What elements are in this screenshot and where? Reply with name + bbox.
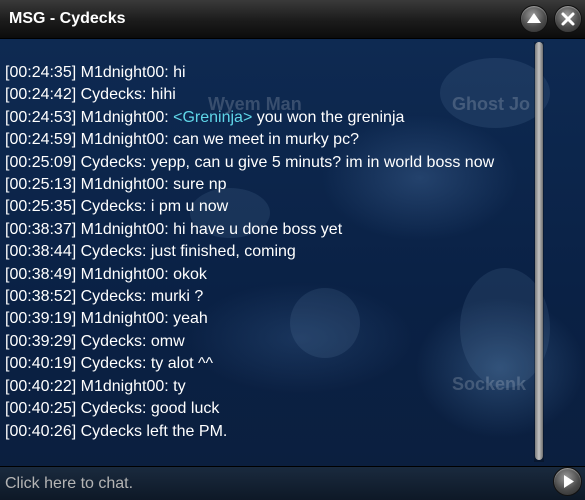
chat-message: [00:24:42] Cydecks: hihi (5, 86, 176, 104)
scroll-up-button[interactable] (520, 5, 548, 33)
close-x-icon (561, 12, 575, 26)
item-link[interactable]: <Greninja> (173, 109, 252, 126)
close-button[interactable] (554, 5, 582, 33)
triangle-up-icon (527, 13, 541, 23)
chat-message-prefix: [00:24:53] M1dnight00: (5, 108, 174, 126)
chat-message: [00:39:29] Cydecks: omw (5, 332, 185, 350)
chat-message: [00:25:35] Cydecks: i pm u now (5, 198, 229, 216)
triangle-right-icon (564, 475, 574, 488)
chat-message: [00:38:49] M1dnight00: okok (5, 265, 207, 283)
chat-log[interactable]: [00:24:35] M1dnight00: hi [00:24:42] Cyd… (5, 62, 531, 464)
chat-message: [00:24:59] M1dnight00: can we meet in mu… (5, 131, 359, 149)
chat-message: [00:38:44] Cydecks: just finished, comin… (5, 243, 296, 261)
scrollbar-thumb[interactable] (535, 42, 543, 460)
chat-input[interactable] (0, 467, 545, 500)
title-bar[interactable]: MSG - Cydecks (0, 0, 585, 39)
chat-message: [00:40:22] M1dnight00: ty (5, 377, 186, 395)
chat-message: [00:40:19] Cydecks: ty alot ^^ (5, 355, 214, 373)
chat-message: [00:25:13] M1dnight00: sure np (5, 176, 227, 194)
chat-message-suffix: you won the greninja (252, 108, 405, 126)
chat-scrollbar[interactable] (534, 42, 544, 462)
chat-input-bar (0, 466, 585, 500)
chat-message: [00:38:37] M1dnight00: hi have u done bo… (5, 220, 343, 238)
chat-message: [00:40:25] Cydecks: good luck (5, 400, 220, 418)
chat-message: [00:25:09] Cydecks: yepp, can u give 5 m… (5, 153, 495, 171)
chat-message: [00:24:53] M1dnight00: <Greninja> you wo… (5, 107, 531, 129)
pm-chat-window: Wyem Man Ghost Jo Sockenk MSG - Cydecks … (0, 0, 585, 500)
chat-message: [00:38:52] Cydecks: murki ? (5, 288, 204, 306)
chat-message: [00:40:26] Cydecks left the PM. (5, 422, 228, 440)
chat-message: [00:39:19] M1dnight00: yeah (5, 310, 208, 328)
send-button[interactable] (553, 467, 582, 496)
window-title: MSG - Cydecks (9, 10, 126, 27)
chat-message: [00:24:35] M1dnight00: hi (5, 64, 186, 81)
